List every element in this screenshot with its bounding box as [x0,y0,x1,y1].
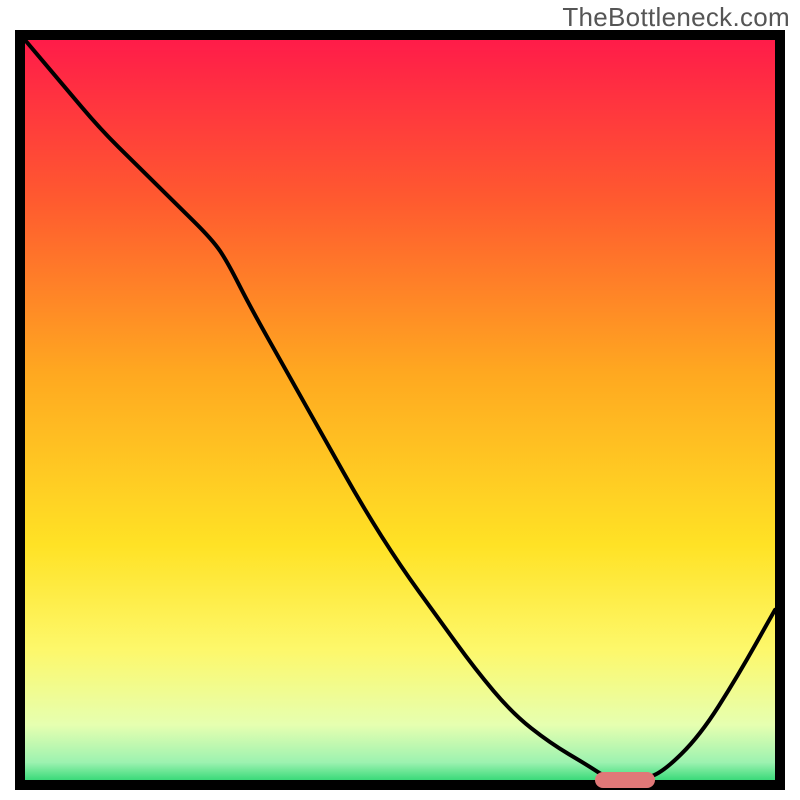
chart-svg [15,30,785,790]
optimum-marker [595,772,655,788]
chart-frame: TheBottleneck.com [0,0,800,800]
chart-background [20,35,780,785]
watermark-text: TheBottleneck.com [562,2,790,33]
plot-area [15,30,785,790]
